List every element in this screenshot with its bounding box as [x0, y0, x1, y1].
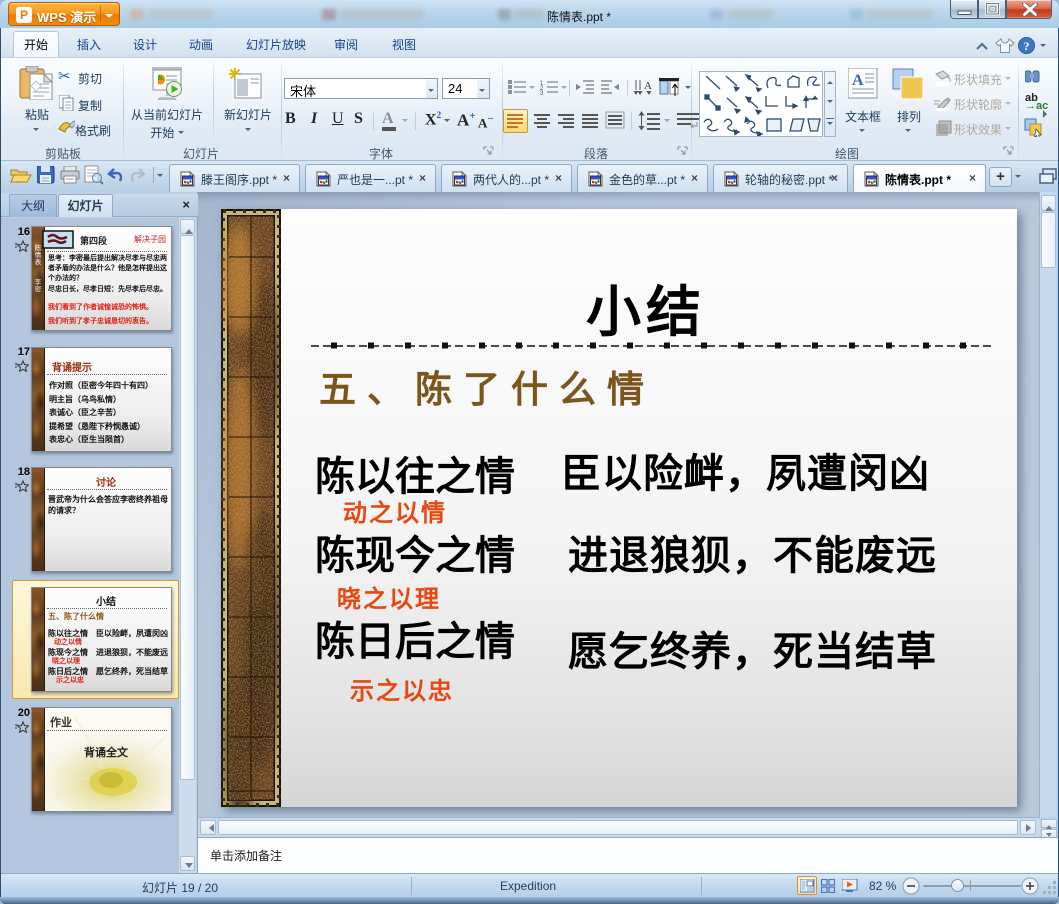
svg-text:3: 3 — [540, 91, 544, 96]
svg-text:A: A — [644, 80, 652, 92]
svg-text:?: ? — [1024, 39, 1030, 53]
svg-text:A: A — [852, 72, 864, 89]
